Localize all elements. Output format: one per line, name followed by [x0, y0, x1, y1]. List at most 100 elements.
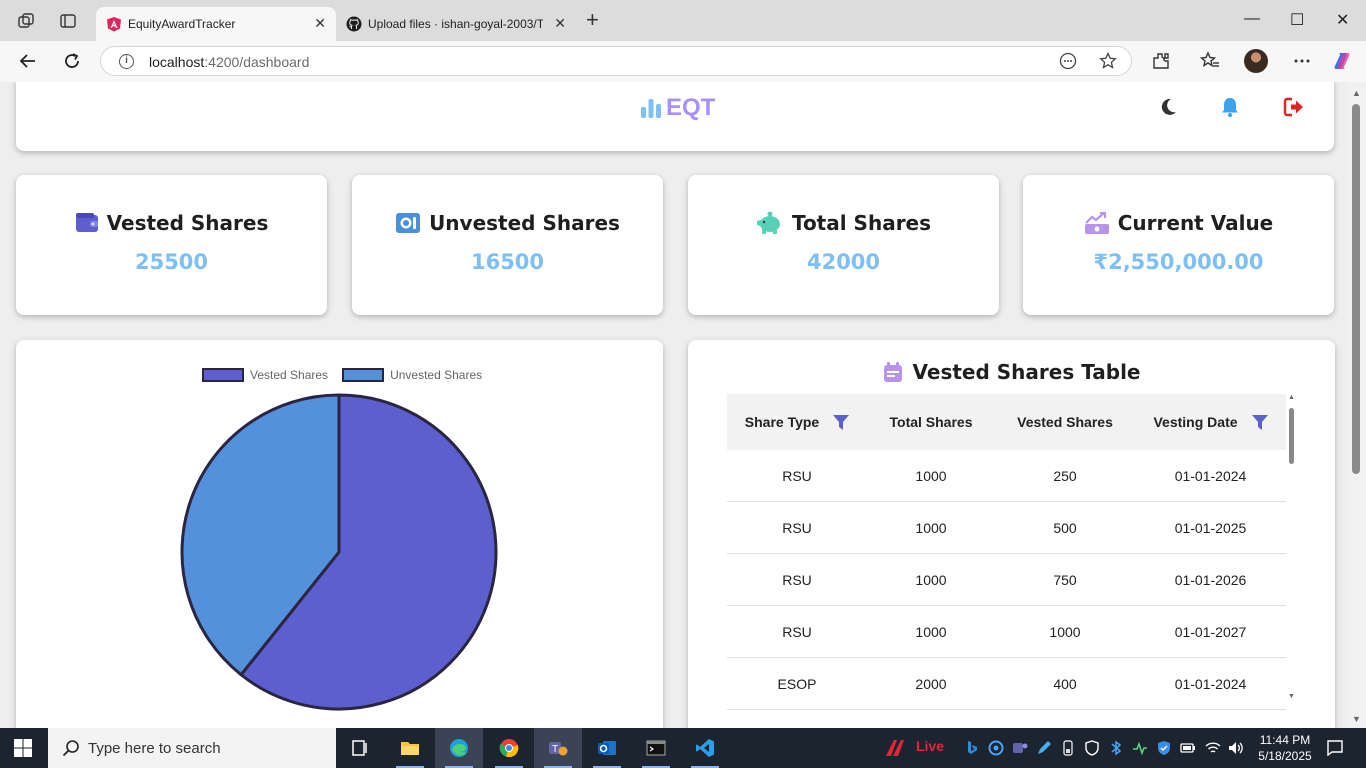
- close-window-button[interactable]: ✕: [1336, 10, 1349, 30]
- page-viewport: EQT Vested Shares 25500 Unvested Shares …: [0, 82, 1348, 728]
- cell-share-type: RSU: [782, 571, 812, 588]
- stat-card-unvested: Unvested Shares 16500: [352, 175, 663, 315]
- cell-share-type: RSU: [782, 467, 812, 484]
- teams-tray-icon[interactable]: [1012, 740, 1028, 756]
- back-arrow-icon[interactable]: [18, 51, 38, 71]
- table-scrollbar[interactable]: ▲ ▼: [1288, 394, 1296, 700]
- scroll-up-arrow-icon[interactable]: ▲: [1352, 88, 1361, 98]
- more-options-icon[interactable]: [1292, 51, 1312, 71]
- address-bar[interactable]: i localhost:4200/dashboard: [100, 46, 1132, 76]
- bar-chart-icon: [641, 99, 661, 118]
- cell-total-shares: 1000: [915, 623, 947, 640]
- tab-actions-icon[interactable]: [59, 12, 77, 30]
- windows-start-icon[interactable]: [14, 739, 32, 757]
- notifications-icon[interactable]: [1326, 739, 1344, 757]
- copilot-icon[interactable]: [1332, 51, 1352, 71]
- table-scroll-thumb[interactable]: [1289, 408, 1294, 464]
- logout-icon[interactable]: [1283, 96, 1305, 118]
- task-view-button[interactable]: [336, 728, 384, 768]
- tab-upload-files[interactable]: Upload files · ishan-goyal-2003/Te ✕: [336, 7, 576, 41]
- stat-card-current-value: Current Value ₹2,550,000.00: [1023, 175, 1334, 315]
- terminal-button[interactable]: [632, 728, 680, 768]
- scroll-up-arrow-icon[interactable]: ▲: [1288, 394, 1295, 401]
- notification-bell-icon[interactable]: [1219, 96, 1241, 118]
- scroll-down-arrow-icon[interactable]: ▼: [1352, 714, 1361, 724]
- live-label[interactable]: Live: [916, 738, 944, 754]
- defender-icon[interactable]: [1156, 740, 1172, 756]
- cell-total-shares: 1000: [915, 519, 947, 536]
- minimize-button[interactable]: —: [1244, 10, 1260, 28]
- stat-label: Unvested Shares: [429, 211, 620, 235]
- page-scroll-thumb[interactable]: [1352, 104, 1360, 474]
- brand-logo[interactable]: EQT: [640, 94, 715, 122]
- battery-icon[interactable]: [1180, 740, 1196, 756]
- stat-value: 42000: [806, 250, 881, 274]
- reading-mode-icon[interactable]: [1059, 52, 1077, 70]
- page-scrollbar[interactable]: ▲ ▼: [1348, 82, 1366, 728]
- vested-shares-table-card: Vested Shares Table Share Type Total Sha…: [688, 340, 1335, 728]
- taskbar-search[interactable]: Type here to search: [48, 728, 336, 768]
- bing-icon[interactable]: [964, 740, 980, 756]
- filter-icon[interactable]: [1251, 414, 1268, 430]
- security-icon[interactable]: [1084, 740, 1100, 756]
- stat-value: 25500: [134, 250, 209, 274]
- table-row[interactable]: ESOP 2000 400 01-01-2024: [727, 658, 1286, 710]
- sync-icon[interactable]: [988, 740, 1004, 756]
- stat-label: Current Value: [1117, 211, 1274, 235]
- legend-item-unvested[interactable]: Unvested Shares: [342, 368, 482, 382]
- outlook-button[interactable]: [583, 728, 631, 768]
- close-tab-icon[interactable]: ✕: [554, 15, 566, 32]
- tab-equity-award-tracker[interactable]: EquityAwardTracker ✕: [96, 7, 336, 41]
- file-explorer-button[interactable]: [386, 728, 434, 768]
- table-row[interactable]: RSU 1000 250 01-01-2024: [727, 450, 1286, 502]
- pen-icon[interactable]: [1036, 740, 1052, 756]
- extensions-icon[interactable]: [1151, 51, 1171, 71]
- new-tab-button[interactable]: +: [586, 9, 599, 31]
- cell-total-shares: 1000: [915, 571, 947, 588]
- profile-avatar[interactable]: [1244, 49, 1268, 73]
- table-row[interactable]: RSU 1000 1000 01-01-2027: [727, 606, 1286, 658]
- favorites-icon[interactable]: [1200, 51, 1220, 71]
- table-row[interactable]: RSU 1000 750 01-01-2026: [727, 554, 1286, 606]
- volume-icon[interactable]: [1228, 740, 1244, 756]
- workspaces-icon[interactable]: [17, 12, 35, 30]
- vested-shares-table: Share Type Total Shares Vested Shares Ve…: [727, 394, 1286, 710]
- close-tab-icon[interactable]: ✕: [314, 15, 326, 32]
- url-text[interactable]: localhost:4200/dashboard: [149, 54, 309, 70]
- legend-label: Unvested Shares: [390, 368, 483, 382]
- browser-tab-bar: EquityAwardTracker ✕ Upload files · isha…: [0, 0, 1366, 41]
- bluetooth-icon[interactable]: [1108, 740, 1124, 756]
- cell-vesting-date: 01-01-2026: [1174, 571, 1247, 588]
- filter-icon[interactable]: [833, 414, 850, 430]
- site-info-icon[interactable]: i: [119, 54, 134, 69]
- outlook-icon: [598, 741, 616, 755]
- task-view-icon: [352, 740, 367, 756]
- dark-mode-moon-icon[interactable]: [1157, 96, 1179, 118]
- legend-swatch-unvested: [342, 368, 385, 382]
- table-row[interactable]: RSU 1000 500 01-01-2025: [727, 502, 1286, 554]
- system-clock[interactable]: 11:44 PM 5/18/2025: [1256, 732, 1314, 764]
- maximize-button[interactable]: ☐: [1290, 10, 1304, 30]
- storage-icon[interactable]: [1060, 740, 1076, 756]
- live-logo-icon[interactable]: [884, 738, 908, 758]
- scroll-down-arrow-icon[interactable]: ▼: [1288, 693, 1295, 700]
- refresh-icon[interactable]: [62, 51, 82, 71]
- folder-icon: [401, 742, 419, 755]
- calendar-icon: [883, 362, 902, 382]
- cell-vesting-date: 01-01-2027: [1174, 623, 1247, 640]
- chrome-button[interactable]: [485, 728, 533, 768]
- stat-label: Total Shares: [791, 211, 932, 235]
- teams-button[interactable]: T: [534, 728, 582, 768]
- activity-icon[interactable]: [1132, 740, 1148, 756]
- stat-label: Vested Shares: [106, 211, 269, 235]
- edge-button[interactable]: [435, 728, 483, 768]
- favorite-star-icon[interactable]: [1099, 52, 1117, 70]
- cell-share-type: RSU: [782, 623, 812, 640]
- stat-value: 16500: [470, 250, 545, 274]
- table-header-row: Share Type Total Shares Vested Shares Ve…: [727, 394, 1286, 450]
- wifi-icon[interactable]: [1205, 740, 1221, 756]
- vscode-button[interactable]: [681, 728, 729, 768]
- legend-item-vested[interactable]: Vested Shares: [202, 368, 328, 382]
- cell-vested-shares: 500: [1053, 519, 1077, 536]
- browser-toolbar: i localhost:4200/dashboard: [0, 41, 1366, 82]
